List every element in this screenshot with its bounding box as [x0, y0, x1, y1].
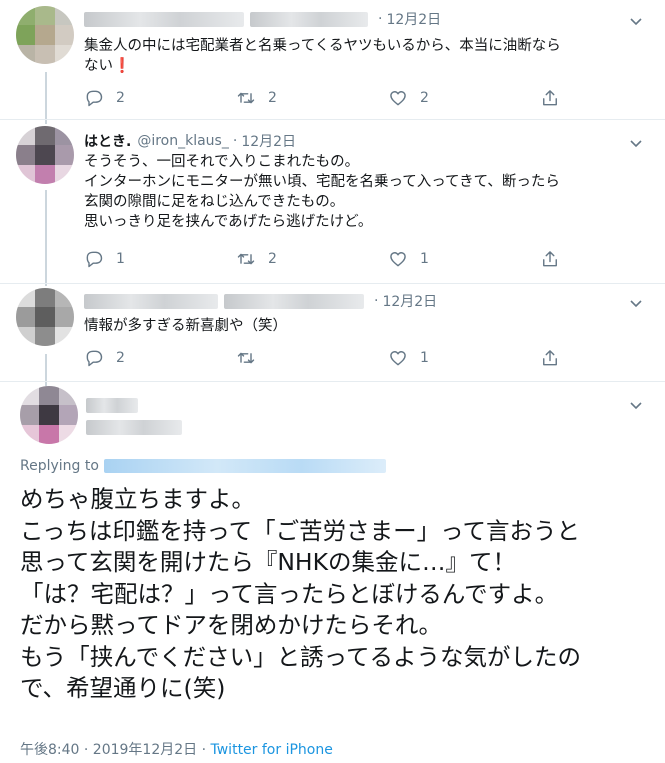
avatar[interactable]	[16, 288, 74, 346]
author-handle-blurred[interactable]	[224, 293, 364, 309]
separator-dot: ·	[232, 133, 238, 149]
retweet-icon	[237, 352, 255, 364]
tweet-text-line: インターホンにモニターが無い頃、宅配を名乗って入ってきて、断ったら	[84, 174, 560, 190]
separator-dot: ·	[378, 11, 383, 27]
tweet-text-line: 集金人の中には宅配業者と名乗ってくるヤツもいるから、本当に油断なら	[84, 38, 561, 54]
reply-button[interactable]: 2	[84, 87, 236, 109]
chevron-down-icon	[630, 140, 642, 148]
divider	[0, 283, 665, 284]
tweet-text-line: 玄関の隙間に足をねじ込んできたもの。	[84, 194, 345, 210]
like-icon	[390, 91, 406, 106]
reply-tweet-2[interactable]: はとき. @iron_klaus_ · 12月2日 そうそう、一回それで入りこま…	[0, 122, 665, 284]
chevron-down-icon	[630, 300, 642, 308]
tweet-text-line: 情報が多すぎる新喜劇や（笑）	[84, 318, 287, 334]
tweet-source-link[interactable]: Twitter for iPhone	[211, 742, 333, 758]
tweet-text-line: めちゃ腹立ちますよ。	[20, 485, 255, 513]
share-icon	[543, 90, 557, 106]
tweet-menu-caret[interactable]	[627, 396, 645, 414]
tweet-date[interactable]: 12月2日	[382, 291, 437, 311]
tweet-text-line: ない	[84, 58, 113, 74]
avatar[interactable]	[20, 386, 78, 444]
reply-count: 2	[116, 350, 125, 366]
like-count: 1	[420, 350, 429, 366]
reply-icon	[86, 251, 103, 268]
separator-dot: ·	[374, 293, 379, 309]
reply-icon	[86, 90, 103, 107]
author-name[interactable]: はとき.	[84, 131, 131, 151]
retweet-button[interactable]	[236, 347, 388, 369]
tweet-menu-caret[interactable]	[627, 134, 645, 152]
reply-icon	[86, 350, 103, 367]
author-name-blurred[interactable]	[84, 11, 244, 27]
tweet-timestamp[interactable]: 午後8:40 · 2019年12月2日 ·	[20, 742, 211, 758]
avatar[interactable]	[16, 126, 74, 184]
like-icon	[390, 252, 406, 267]
tweet-menu-caret[interactable]	[627, 12, 645, 30]
share-button[interactable]	[540, 87, 665, 109]
avatar[interactable]	[16, 6, 74, 64]
retweet-icon	[237, 92, 255, 104]
like-button[interactable]: 2	[388, 87, 540, 109]
replying-to-label: Replying to	[20, 458, 99, 474]
tweet-text-line: 思いっきり足を挟んであげたら逃げたけど。	[84, 214, 373, 230]
reply-button[interactable]: 1	[84, 248, 236, 270]
tweet-timestamp-row: 午後8:40 · 2019年12月2日 · Twitter for iPhone	[20, 739, 333, 759]
reply-count: 2	[116, 90, 125, 106]
like-button[interactable]: 1	[388, 248, 540, 270]
author-handle-blurred[interactable]	[250, 11, 368, 27]
share-button[interactable]	[540, 248, 665, 270]
retweet-button[interactable]: 2	[236, 248, 388, 270]
replying-to: Replying to	[20, 458, 386, 474]
main-tweet-text: めちゃ腹立ちますよ。 こっちは印鑑を持って「ご苦労さまー」って言おうと 思って玄…	[20, 484, 581, 705]
like-count: 2	[420, 90, 429, 106]
reply-button[interactable]: 2	[84, 347, 236, 369]
tweet-text-line: そうそう、一回それで入りこまれたもの。	[84, 154, 360, 170]
like-icon	[390, 351, 406, 366]
author-name-blurred[interactable]	[86, 397, 138, 413]
reply-count: 1	[116, 251, 125, 267]
reply-tweet-3[interactable]: · 12月2日 情報が多すぎる新喜劇や（笑） 2 1	[0, 284, 665, 382]
retweet-icon	[237, 253, 255, 265]
tweet-text-line: 「は？宅配は？」って言ったらとぼけるんですよ。	[20, 579, 559, 608]
author-handle[interactable]: @iron_klaus_	[137, 133, 229, 149]
retweet-count: 2	[268, 251, 277, 267]
tweet-menu-caret[interactable]	[627, 294, 645, 312]
author-handle-blurred[interactable]	[86, 419, 182, 435]
author-name-blurred[interactable]	[84, 293, 218, 309]
tweet-date[interactable]: 12月2日	[241, 131, 296, 151]
replying-to-users-blurred[interactable]	[103, 459, 386, 473]
retweet-button[interactable]: 2	[236, 87, 388, 109]
chevron-down-icon	[630, 402, 642, 410]
divider	[0, 119, 665, 120]
tweet-text-line: こっちは印鑑を持って「ご苦労さまー」って言おうと	[20, 516, 581, 545]
exclamation-emoji: ❗	[113, 58, 132, 74]
share-button[interactable]	[540, 347, 665, 369]
reply-tweet-1[interactable]: · 12月2日 集金人の中には宅配業者と名乗ってくるヤツもいるから、本当に油断な…	[0, 0, 665, 122]
share-icon	[543, 350, 557, 366]
tweet-text-line: で、希望通りに(笑)	[20, 674, 226, 702]
like-button[interactable]: 1	[388, 347, 540, 369]
tweet-text-line: 思って玄関を開けたら『NHKの集金に…』て！	[20, 548, 516, 576]
tweet-text-line: もう「挟んでください」と誘ってるような気がしたの	[20, 642, 581, 671]
share-icon	[543, 251, 557, 267]
chevron-down-icon	[630, 18, 642, 26]
like-count: 1	[420, 251, 429, 267]
retweet-count: 2	[268, 90, 277, 106]
tweet-text-line: だから黙ってドアを閉めかけたらそれ。	[20, 611, 443, 639]
tweet-date[interactable]: 12月2日	[386, 9, 441, 29]
